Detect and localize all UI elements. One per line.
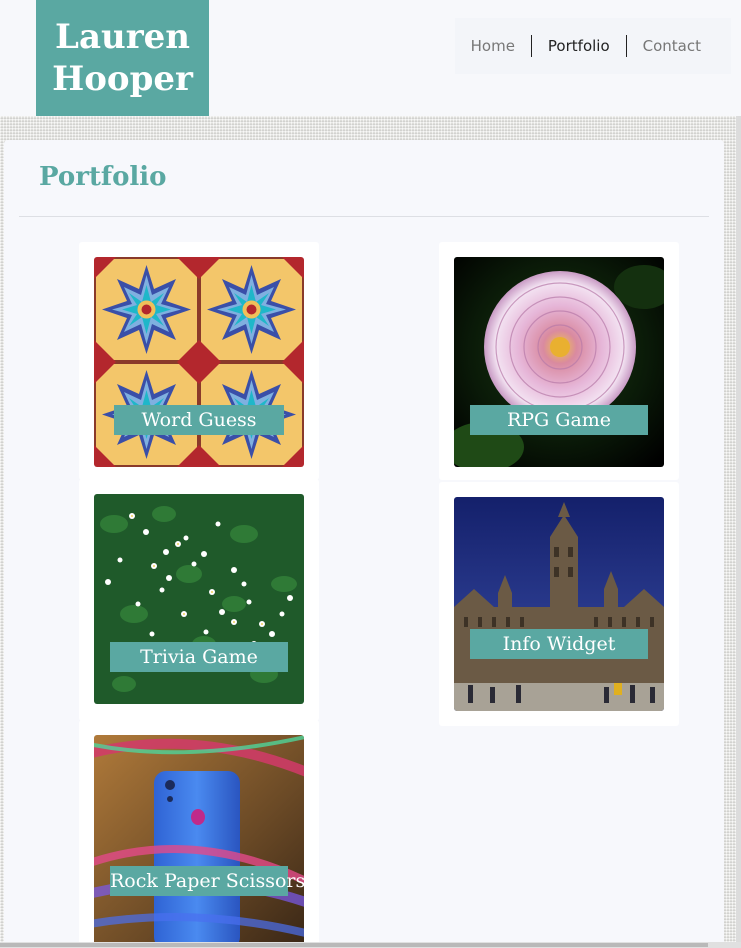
main-nav: Home Portfolio Contact	[454, 18, 731, 74]
dahlia-flower-image[interactable]	[454, 257, 664, 467]
site-logo[interactable]: Lauren Hooper	[36, 0, 209, 116]
project-card-info-widget[interactable]: Info Widget	[439, 482, 679, 726]
nav-portfolio-link[interactable]: Portfolio	[532, 35, 626, 57]
portfolio-panel: Portfolio Word Guess RPG Game Trivia Gam…	[4, 140, 724, 948]
page-title: Portfolio	[39, 162, 167, 192]
phone-light-trails-image[interactable]	[94, 735, 304, 945]
daisies-in-grass-image[interactable]	[94, 494, 304, 704]
tile-pattern-image[interactable]	[94, 257, 304, 467]
nav-home-link[interactable]: Home	[455, 35, 531, 57]
vertical-scrollbar[interactable]	[736, 116, 741, 942]
project-title-label[interactable]: Info Widget	[470, 629, 648, 659]
title-divider	[19, 216, 709, 217]
logo-first-name: Lauren	[55, 17, 190, 57]
project-title-label[interactable]: Rock Paper Scissors	[110, 866, 305, 896]
project-title-label[interactable]: RPG Game	[470, 405, 648, 435]
project-card-rpg-game[interactable]: RPG Game	[439, 242, 679, 480]
horizontal-scrollbar[interactable]	[0, 942, 741, 948]
project-title-label[interactable]: Word Guess	[114, 405, 284, 435]
nav-contact-link[interactable]: Contact	[627, 35, 717, 57]
site-header: Lauren Hooper Home Portfolio Contact	[0, 0, 741, 116]
gothic-town-hall-image[interactable]	[454, 497, 664, 711]
logo-last-name: Hooper	[52, 59, 193, 99]
project-card-word-guess[interactable]: Word Guess	[79, 242, 319, 480]
project-card-rock-paper-scissors[interactable]: Rock Paper Scissors	[79, 720, 319, 948]
scrollbar-thumb[interactable]	[0, 943, 708, 947]
project-title-label[interactable]: Trivia Game	[110, 642, 288, 672]
project-card-trivia-game[interactable]: Trivia Game	[79, 479, 319, 721]
